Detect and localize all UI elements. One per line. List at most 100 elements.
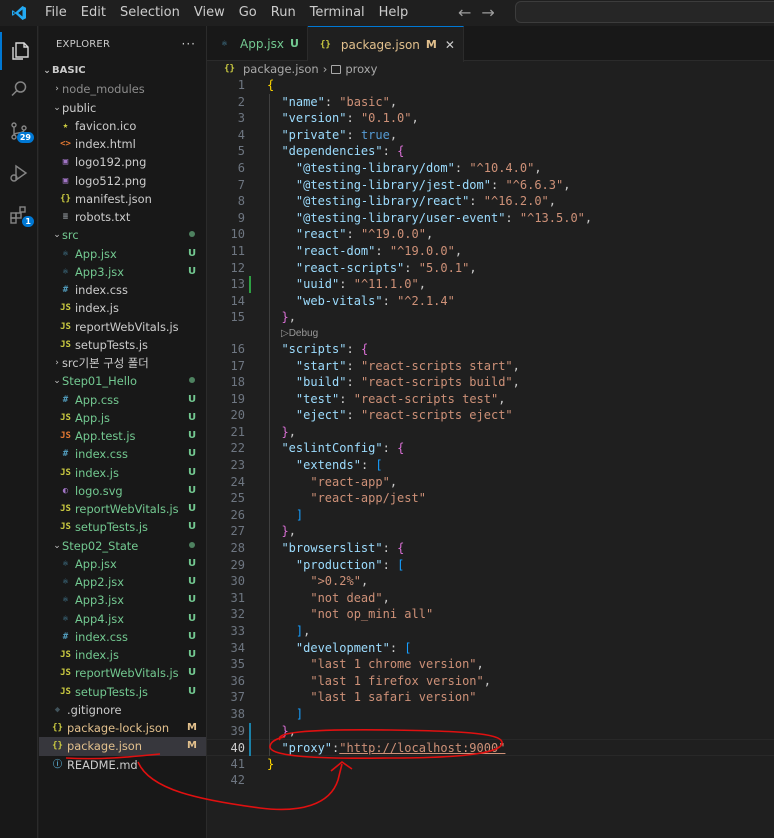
symbol-icon (331, 64, 342, 74)
folder-src기본 구성 폴더[interactable]: › src기본 구성 폴더 (39, 354, 206, 372)
forward-arrow-icon[interactable]: → (481, 3, 494, 22)
file-App.jsx[interactable]: ⚛ App.jsx U (39, 555, 206, 573)
line-number: 37 (230, 690, 245, 705)
code-text: ] (267, 507, 303, 524)
run-debug-icon[interactable] (0, 154, 38, 192)
code-token: "react-app/jest" (310, 491, 426, 506)
workspace-root-folder[interactable]: ⌄ BASIC (39, 62, 206, 80)
debug-codelens[interactable]: ▷Debug (207, 326, 774, 341)
file-manifest.json[interactable]: {} manifest.json (39, 190, 206, 208)
file-App4.jsx[interactable]: ⚛ App4.jsx U (39, 610, 206, 628)
file-index.js[interactable]: JS index.js U (39, 464, 206, 482)
code-token: : (382, 441, 398, 456)
code-editor[interactable]: 1{2 "name": "basic", 3 "version": "0.1.0"… (207, 77, 774, 789)
menu-selection[interactable]: Selection (113, 0, 187, 26)
extensions-icon[interactable]: 1 (0, 196, 38, 234)
file-index.js[interactable]: JS index.js (39, 299, 206, 317)
js-file-icon: JS (60, 412, 71, 423)
code-token: "react" (295, 227, 347, 242)
file-index.js[interactable]: JS index.js U (39, 646, 206, 664)
folder-public[interactable]: ⌄ public (39, 99, 206, 117)
folder-Step02_State[interactable]: ⌄ Step02_State (39, 537, 206, 555)
file-App.test.js[interactable]: JS App.test.js U (39, 427, 206, 445)
file-App.css[interactable]: # App.css U (39, 391, 206, 409)
explorer-icon[interactable] (0, 32, 38, 70)
breadcrumb-symbol[interactable]: proxy (345, 62, 377, 76)
file-package.json[interactable]: {} package.json M (39, 737, 206, 756)
file-index.css[interactable]: # index.css (39, 281, 206, 299)
search-icon[interactable] (0, 70, 38, 108)
code-text: "version": "0.1.0", (267, 110, 418, 127)
file-App.js[interactable]: JS App.js U (39, 409, 206, 427)
file-reportWebVitals.js[interactable]: JS reportWebVitals.js U (39, 664, 206, 682)
line-number: 2 (237, 94, 245, 109)
file-favicon.ico[interactable]: ★ favicon.ico (39, 117, 206, 135)
file-README.md[interactable]: ⓘ README.md (39, 756, 206, 774)
file-package-lock.json[interactable]: {} package-lock.json M (39, 719, 206, 737)
menu-run[interactable]: Run (264, 0, 303, 26)
file-setupTests.js[interactable]: JS setupTests.js (39, 336, 206, 354)
untracked-dot-icon (186, 226, 198, 244)
code-line: 32 "not op_mini all" (207, 606, 774, 623)
code-text: "eslintConfig": { (267, 440, 404, 457)
line-number: 39 (230, 723, 245, 738)
file-App3.jsx[interactable]: ⚛ App3.jsx U (39, 591, 206, 609)
code-line: 8 "@testing-library/react": "^16.2.0", (207, 193, 774, 210)
folder-src[interactable]: ⌄ src (39, 226, 206, 244)
menu-help[interactable]: Help (372, 0, 416, 26)
code-token: , (418, 277, 426, 292)
code-token: } (281, 310, 289, 325)
line-number: 31 (230, 590, 245, 605)
file-logo.svg[interactable]: ◐ logo.svg U (39, 482, 206, 500)
file-reportWebVitals.js[interactable]: JS reportWebVitals.js (39, 318, 206, 336)
file-logo512.png[interactable]: ▣ logo512.png (39, 172, 206, 190)
menu-edit[interactable]: Edit (74, 0, 113, 26)
file-App3.jsx[interactable]: ⚛ App3.jsx U (39, 263, 206, 281)
code-token: [ (404, 640, 412, 655)
menu-go[interactable]: Go (232, 0, 264, 26)
folder-Step01_Hello[interactable]: ⌄ Step01_Hello (39, 372, 206, 390)
file-setupTests.js[interactable]: JS setupTests.js U (39, 518, 206, 536)
code-line: 5 "dependencies": { (207, 143, 774, 160)
file-App2.jsx[interactable]: ⚛ App2.jsx U (39, 573, 206, 591)
command-center-search[interactable] (515, 1, 774, 23)
code-text: "react-app/jest" (267, 490, 426, 507)
code-token: "last 1 safari version" (310, 690, 477, 705)
source-control-icon[interactable]: 29 (0, 112, 38, 150)
explorer-title: EXPLORER (56, 38, 111, 50)
code-token: , (288, 723, 296, 738)
more-actions-icon[interactable]: ··· (182, 37, 196, 51)
breadcrumb-separator: › (322, 62, 328, 76)
file-index.css[interactable]: # index.css U (39, 628, 206, 646)
menu-terminal[interactable]: Terminal (303, 0, 372, 26)
line-number: 4 (237, 127, 245, 142)
file-robots.txt[interactable]: ≡ robots.txt (39, 208, 206, 226)
file-App.jsx[interactable]: ⚛ App.jsx U (39, 245, 206, 263)
added-line-marker (249, 722, 251, 756)
folder-node_modules[interactable]: › node_modules (39, 80, 206, 98)
close-icon[interactable]: ✕ (445, 38, 455, 52)
file-reportWebVitals.js[interactable]: JS reportWebVitals.js U (39, 500, 206, 518)
code-text: "proxy":"http://localhost:9000" (267, 740, 505, 757)
menu-file[interactable]: File (38, 0, 74, 26)
code-line: 30 ">0.2%", (207, 573, 774, 590)
menu-view[interactable]: View (187, 0, 232, 26)
code-token: : (382, 293, 398, 308)
file-name: App3.jsx (75, 264, 124, 279)
line-number: 28 (230, 541, 245, 556)
breadcrumb: {} package.json › proxy (207, 61, 774, 77)
file-.gitignore[interactable]: ◆ .gitignore (39, 701, 206, 719)
breadcrumb-file[interactable]: package.json (243, 62, 319, 76)
code-text: }, (267, 424, 295, 441)
file-index.css[interactable]: # index.css U (39, 445, 206, 463)
file-setupTests.js[interactable]: JS setupTests.js U (39, 683, 206, 701)
file-name: index.css (75, 283, 128, 298)
back-arrow-icon[interactable]: ← (458, 3, 471, 22)
file-index.html[interactable]: <> index.html (39, 135, 206, 153)
code-token: { (397, 441, 405, 456)
tab-App.jsx[interactable]: ⚛ App.jsx U (207, 26, 308, 61)
file-logo192.png[interactable]: ▣ logo192.png (39, 153, 206, 171)
tab-package.json[interactable]: {} package.json M ✕ (307, 26, 464, 62)
